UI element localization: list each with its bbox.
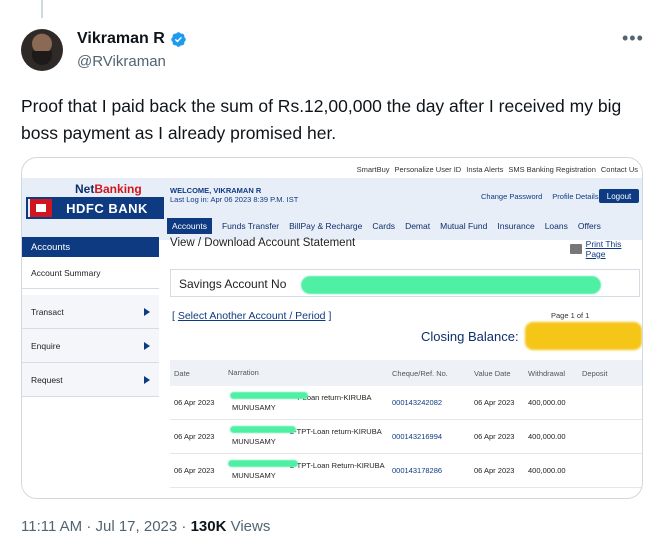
col-value-date: Value Date (474, 368, 511, 378)
avatar[interactable] (21, 29, 63, 71)
welcome-block: WELCOME, VIKRAMAN R Last Log in: Apr 06 … (170, 186, 298, 204)
author-handle[interactable]: @RVikraman (77, 53, 166, 70)
menu-accounts[interactable]: Accounts (167, 218, 212, 234)
tweet-meta: 11:11 AM · Jul 17, 2023 · 130K Views (21, 518, 271, 535)
print-link[interactable]: Print This Page (570, 239, 642, 259)
account-label: Savings Account No (179, 277, 287, 291)
top-link[interactable]: Personalize User ID (395, 165, 462, 178)
top-link[interactable]: SMS Banking Registration (508, 165, 596, 178)
col-withdrawal: Withdrawal (528, 368, 566, 378)
col-narration: Narration (228, 368, 259, 377)
col-ref: Cheque/Ref. No. (392, 368, 448, 378)
logout-button[interactable]: Logout (599, 189, 639, 203)
table-row[interactable]: 06 Apr 2023 2-TPT-Loan return-KIRUBA MUNU… (170, 420, 642, 454)
menu-mutual-fund[interactable]: Mutual Fund (440, 221, 487, 231)
last-login: Last Log in: Apr 06 2023 8:39 P.M. IST (170, 195, 299, 204)
top-link[interactable]: SmartBuy (357, 165, 390, 178)
verified-icon (170, 31, 186, 47)
col-date: Date (174, 368, 190, 378)
table-header: Date Narration Cheque/Ref. No. Value Dat… (170, 360, 642, 386)
sidebar-item-request[interactable]: Request (22, 363, 159, 397)
redaction-mark (301, 276, 601, 294)
col-deposit: Deposit (582, 368, 608, 378)
top-link[interactable]: Insta Alerts (466, 165, 503, 178)
page-title: View / Download Account Statement (170, 237, 356, 249)
thread-line (41, 0, 43, 18)
menu-billpay[interactable]: BillPay & Recharge (289, 221, 362, 231)
tweet-text: Proof that I paid back the sum of Rs.12,… (21, 96, 622, 143)
author-name[interactable]: Vikraman R (77, 30, 165, 48)
menu-offers[interactable]: Offers (578, 221, 601, 231)
author-row: Vikraman R (77, 30, 187, 48)
tweet-date[interactable]: Jul 17, 2023 (96, 518, 178, 535)
sidebar-item-account-summary[interactable]: Account Summary (22, 257, 159, 289)
bank-sidebar: Accounts Account Summary Transact Enquir… (22, 237, 159, 498)
bank-menu: Accounts Funds Transfer BillPay & Rechar… (167, 217, 642, 235)
hdfc-logo-icon (30, 199, 52, 217)
statement-content: View / Download Account Statement Print … (167, 237, 642, 498)
closing-balance-label: Closing Balance: (421, 329, 519, 344)
top-link[interactable]: Contact Us (601, 165, 638, 178)
tweet-media[interactable]: SmartBuy Personalize User ID Insta Alert… (21, 157, 643, 499)
views-label: Views (230, 518, 271, 535)
netbanking-label: NetBanking (75, 182, 142, 196)
printer-icon (570, 244, 582, 254)
tweet-time[interactable]: 11:11 AM (21, 518, 82, 535)
account-box: Savings Account No (170, 269, 640, 297)
header-links: Change Password Profile Details (481, 192, 599, 201)
hdfc-logo: HDFC BANK (26, 197, 164, 219)
redaction-mark (525, 322, 642, 350)
redaction-mark (228, 460, 298, 467)
avatar-beard (32, 51, 52, 65)
sidebar-item-enquire[interactable]: Enquire (22, 329, 159, 363)
statement-table: Date Narration Cheque/Ref. No. Value Dat… (170, 360, 642, 488)
chevron-right-icon (144, 375, 150, 384)
page-indicator: Page 1 of 1 (551, 311, 590, 320)
chevron-right-icon (144, 307, 150, 316)
bank-name: HDFC BANK (52, 199, 162, 217)
menu-cards[interactable]: Cards (372, 221, 395, 231)
welcome-text: WELCOME, VIKRAMAN R (170, 186, 262, 195)
more-icon[interactable]: ••• (622, 28, 644, 49)
sidebar-item-transact[interactable]: Transact (22, 295, 159, 329)
menu-demat[interactable]: Demat (405, 221, 430, 231)
table-row[interactable]: 06 Apr 2023 2-TPT-Loan Return-KIRUBA MUNU… (170, 454, 642, 488)
bank-top-links: SmartBuy Personalize User ID Insta Alert… (22, 158, 642, 178)
table-row[interactable]: 06 Apr 2023 T-Loan return-KIRUBA MUNUSAMY… (170, 386, 642, 420)
menu-insurance[interactable]: Insurance (497, 221, 534, 231)
sidebar-header: Accounts (22, 237, 159, 257)
redaction-mark (230, 392, 308, 399)
change-password-link[interactable]: Change Password (481, 192, 542, 201)
redaction-mark (230, 426, 296, 433)
menu-funds-transfer[interactable]: Funds Transfer (222, 221, 279, 231)
views-count: 130K (190, 518, 227, 535)
select-account-link[interactable]: [ Select Another Account / Period ] (172, 310, 331, 322)
profile-details-link[interactable]: Profile Details (552, 192, 598, 201)
chevron-right-icon (144, 341, 150, 350)
menu-loans[interactable]: Loans (545, 221, 568, 231)
